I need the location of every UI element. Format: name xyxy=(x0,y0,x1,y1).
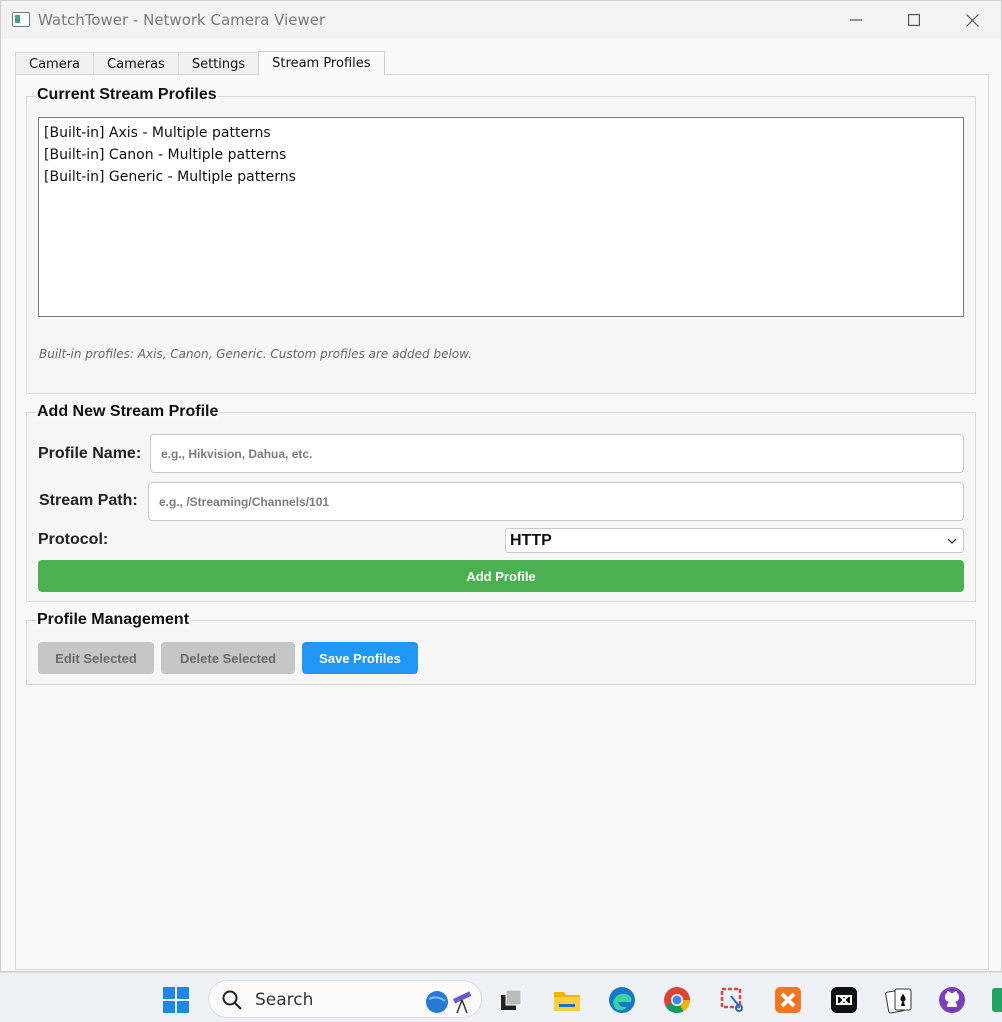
tab-cameras[interactable]: Cameras xyxy=(93,52,179,75)
maximize-button[interactable] xyxy=(885,1,943,39)
app-window: WatchTower - Network Camera Viewer Camer… xyxy=(0,0,1002,972)
profile-name-input[interactable] xyxy=(150,434,964,473)
app-overflow-icon[interactable] xyxy=(990,986,1002,1014)
stream-path-input[interactable] xyxy=(148,482,964,521)
taskbar: Search xyxy=(0,972,1002,1022)
protocol-select[interactable]: HTTP xyxy=(505,528,964,553)
window-title: WatchTower - Network Camera Viewer xyxy=(38,11,326,29)
add-profile-button[interactable]: Add Profile xyxy=(38,560,964,592)
chevron-down-icon xyxy=(947,538,957,544)
task-view-icon[interactable] xyxy=(497,986,525,1014)
taskbar-search[interactable]: Search xyxy=(208,980,482,1018)
profiles-list[interactable]: [Built-in] Axis - Multiple patterns [Bui… xyxy=(38,117,964,317)
edit-selected-button[interactable]: Edit Selected xyxy=(38,642,154,674)
edge-browser-icon[interactable] xyxy=(608,986,636,1014)
close-button[interactable] xyxy=(943,1,1001,39)
windows-start-icon[interactable] xyxy=(162,986,190,1014)
xampp-icon[interactable] xyxy=(774,986,802,1014)
capcut-icon[interactable] xyxy=(830,986,858,1014)
add-profile-title: Add New Stream Profile xyxy=(36,403,220,421)
protocol-label: Protocol: xyxy=(38,531,109,548)
chrome-browser-icon[interactable] xyxy=(663,986,691,1014)
save-profiles-button[interactable]: Save Profiles xyxy=(302,642,418,674)
minimize-icon xyxy=(850,19,862,21)
stream-path-label: Stream Path: xyxy=(39,492,138,509)
profile-name-label: Profile Name: xyxy=(38,445,142,462)
minimize-button[interactable] xyxy=(827,1,885,39)
tab-settings[interactable]: Settings xyxy=(177,52,260,75)
search-highlight-icon xyxy=(426,991,472,1014)
file-explorer-icon[interactable] xyxy=(553,986,581,1014)
github-icon[interactable] xyxy=(938,986,966,1014)
builtin-profiles-hint: Built-in profiles: Axis, Canon, Generic.… xyxy=(39,347,473,361)
close-icon xyxy=(965,13,979,27)
maximize-icon xyxy=(908,14,920,26)
search-label: Search xyxy=(255,990,314,1010)
title-bar[interactable]: WatchTower - Network Camera Viewer xyxy=(1,1,1001,39)
snipping-tool-icon[interactable] xyxy=(719,986,747,1014)
tab-bar: Camera Cameras Settings Stream Profiles xyxy=(15,51,385,75)
current-profiles-title: Current Stream Profiles xyxy=(36,86,218,104)
delete-selected-button[interactable]: Delete Selected xyxy=(161,642,295,674)
search-icon xyxy=(222,990,242,1010)
list-item[interactable]: [Built-in] Axis - Multiple patterns xyxy=(44,122,958,144)
app-icon xyxy=(12,12,30,27)
protocol-value: HTTP xyxy=(510,531,552,549)
profile-management-title: Profile Management xyxy=(36,611,191,629)
tab-camera[interactable]: Camera xyxy=(15,52,95,75)
list-item[interactable]: [Built-in] Canon - Multiple patterns xyxy=(44,144,958,166)
list-item[interactable]: [Built-in] Generic - Multiple patterns xyxy=(44,166,958,188)
solitaire-icon[interactable] xyxy=(885,986,913,1014)
tab-stream-profiles[interactable]: Stream Profiles xyxy=(258,51,385,75)
